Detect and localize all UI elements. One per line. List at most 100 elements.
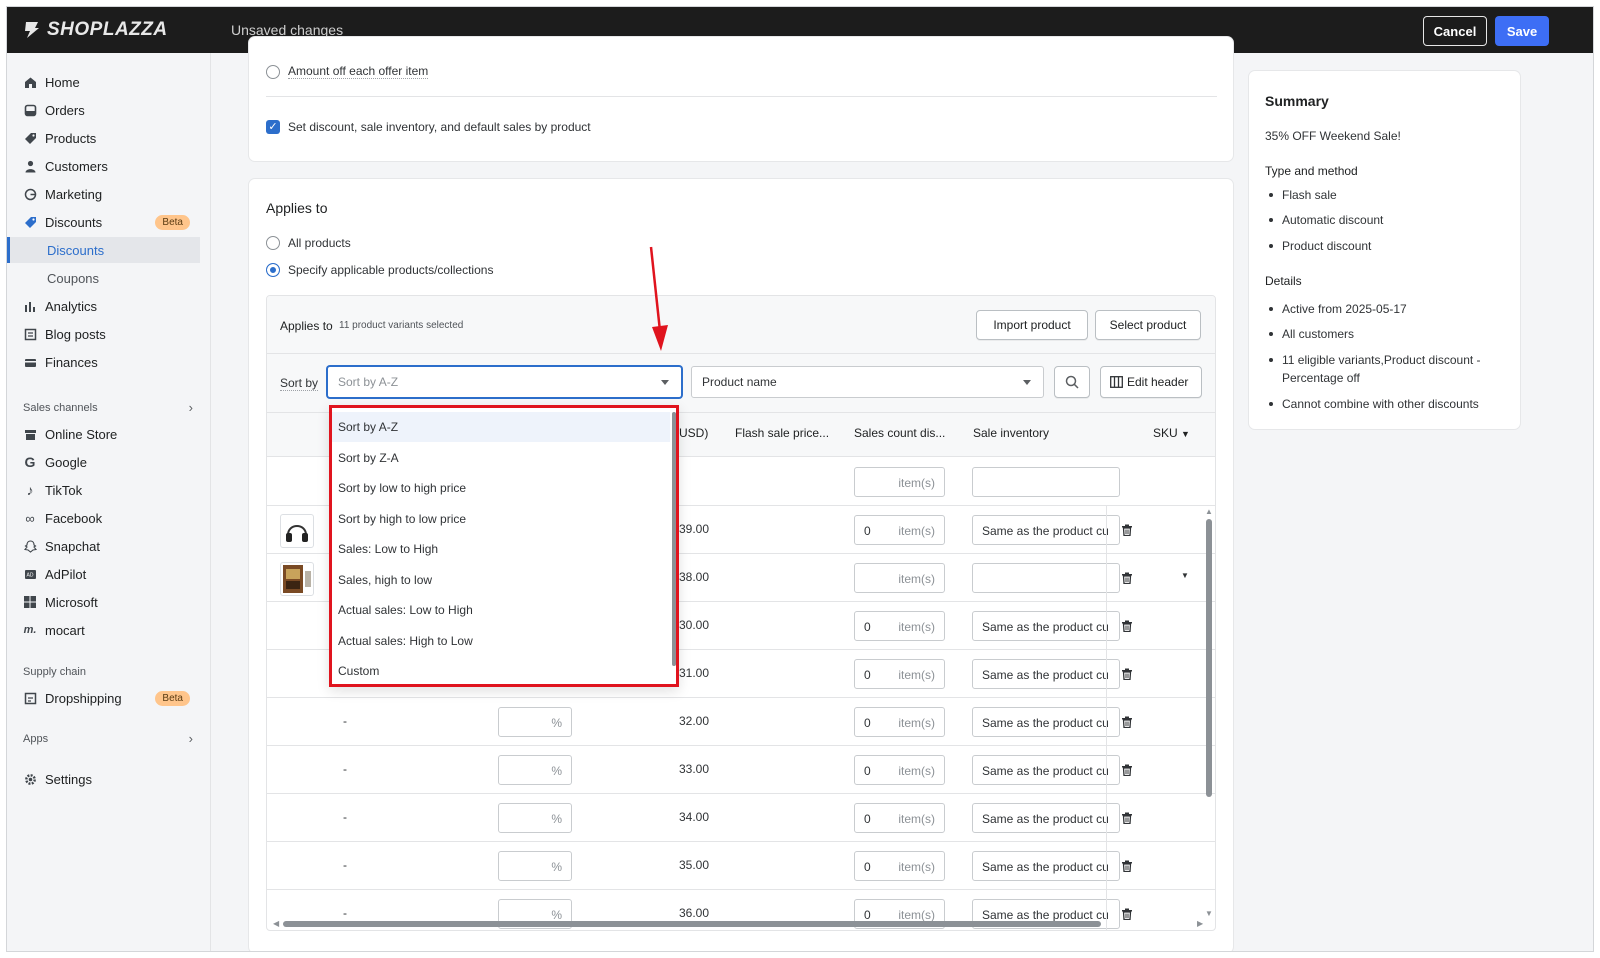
filter-field-select[interactable]: Product name [691,366,1044,398]
delete-icon[interactable] [1121,860,1133,872]
set-discount-option[interactable]: ✓ Set discount, sale inventory, and defa… [266,120,591,134]
discount-percent-input[interactable]: % [498,803,572,833]
scroll-right-icon[interactable]: ▶ [1197,919,1203,928]
sidebar-item-finances[interactable]: Finances [7,349,200,375]
sidebar-item-facebook[interactable]: ∞ Facebook [7,505,200,531]
sale-inventory-input[interactable]: Same as the product cu [972,803,1120,833]
sale-inventory-input[interactable]: Same as the product cu [972,611,1120,641]
sales-count-input[interactable]: 0 item(s) [854,515,945,545]
header-sku[interactable]: SKU ▼ [1153,426,1190,440]
cancel-button[interactable]: Cancel [1423,16,1487,46]
sort-option[interactable]: Sort by high to low price [332,504,670,534]
sort-select[interactable]: Sort by A-Z [327,366,682,398]
sidebar-item-discounts[interactable]: Discounts Beta [7,209,200,235]
scroll-left-icon[interactable]: ◀ [273,919,279,928]
delete-icon[interactable] [1121,812,1133,824]
sidebar-item-settings[interactable]: Settings [7,766,200,792]
scroll-up-icon[interactable]: ▲ [1205,507,1213,516]
sort-option[interactable]: Actual sales: High to Low [332,626,670,656]
all-products-radio[interactable] [266,236,280,250]
sidebar-item-tiktok[interactable]: ♪ TikTok [7,477,200,503]
amount-off-radio[interactable] [266,64,280,79]
sidebar-item-home[interactable]: Home [7,69,200,95]
amount-off-option[interactable]: Amount off each offer item [266,64,429,79]
select-product-button[interactable]: Select product [1095,310,1201,340]
delete-icon[interactable] [1121,668,1133,680]
sort-option[interactable]: Actual sales: Low to High [332,595,670,625]
dropshipping-icon [23,691,37,705]
all-products-option[interactable]: All products [266,236,351,250]
import-product-button[interactable]: Import product [976,310,1088,340]
sales-count-input[interactable]: item(s) [854,563,945,593]
sidebar-item-products[interactable]: Products [7,125,200,151]
sale-inventory-input[interactable]: Same as the product cu [972,755,1120,785]
discount-percent-input[interactable]: % [498,755,572,785]
sale-inventory-input[interactable]: Same as the product cu [972,851,1120,881]
sidebar-item-blog-posts[interactable]: Blog posts [7,321,200,347]
sidebar-item-mocart[interactable]: m. mocart [7,617,200,643]
delete-icon[interactable] [1121,620,1133,632]
sidebar-subitem-discounts[interactable]: Discounts [7,237,200,263]
variant-dash: - [343,906,347,920]
item-unit: item(s) [898,812,935,826]
sidebar-item-microsoft[interactable]: Microsoft [7,589,200,615]
sales-count-input[interactable]: 0 item(s) [854,659,945,689]
product-thumbnail-headphones[interactable] [280,514,314,548]
sort-option[interactable]: Custom [332,656,670,686]
sort-option[interactable]: Sort by Z-A [332,443,670,473]
sidebar-item-orders[interactable]: Orders [7,97,200,123]
scrollbar-thumb[interactable] [1206,519,1212,797]
sale-inventory-input[interactable]: Same as the product cu [972,707,1120,737]
sales-channels-header[interactable]: Sales channels › [23,400,193,415]
person-icon [23,159,37,173]
specify-products-radio[interactable] [266,263,280,277]
product-thumbnail-poster[interactable] [280,562,314,596]
scroll-down-icon[interactable]: ▼ [1205,909,1213,918]
delete-icon[interactable] [1121,572,1133,584]
edit-header-button[interactable]: Edit header [1100,366,1202,398]
sort-option[interactable]: Sort by A-Z [332,412,670,442]
delete-icon[interactable] [1121,764,1133,776]
sidebar-item-online-store[interactable]: Online Store [7,421,200,447]
sidebar-item-google[interactable]: G Google [7,449,200,475]
sidebar-item-adpilot[interactable]: AD AdPilot [7,561,200,587]
dropdown-scrollbar[interactable] [672,412,676,666]
sales-count-input[interactable]: item(s) [854,467,945,497]
sale-inventory-input[interactable]: Same as the product cu [972,659,1120,689]
store-icon [23,427,37,441]
sort-option[interactable]: Sort by low to high price [332,473,670,503]
sidebar-item-snapchat[interactable]: Snapchat [7,533,200,559]
sales-count-input[interactable]: 0 item(s) [854,851,945,881]
discount-percent-input[interactable]: % [498,707,572,737]
sale-inventory-input[interactable]: Same as the product cu [972,515,1120,545]
sidebar-item-marketing[interactable]: Marketing [7,181,200,207]
sidebar-item-customers[interactable]: Customers [7,153,200,179]
sort-option[interactable]: Sales, high to low [332,565,670,595]
sidebar-subitem-coupons[interactable]: Coupons [7,265,200,291]
sales-count-input[interactable]: 0 item(s) [854,611,945,641]
sales-count-input[interactable]: 0 item(s) [854,803,945,833]
discount-percent-input[interactable]: % [498,851,572,881]
shoplazza-logo[interactable]: SHOPLAZZA [23,19,168,41]
delete-icon[interactable] [1121,716,1133,728]
sale-inventory-input[interactable] [972,467,1120,497]
caret-down-icon[interactable]: ▼ [1181,571,1189,580]
table-horizontal-scrollbar[interactable]: ◀ ▶ [273,919,1207,929]
specify-products-option[interactable]: Specify applicable products/collections [266,263,493,277]
sales-count-input[interactable]: 0 item(s) [854,707,945,737]
search-button[interactable] [1054,366,1090,398]
headphones-image [286,525,308,542]
summary-card: Summary 35% OFF Weekend Sale! Type and m… [1249,71,1520,429]
table-vertical-scrollbar[interactable]: ▲ ▼ [1205,507,1213,921]
scrollbar-thumb[interactable] [283,921,1101,927]
sidebar-item-analytics[interactable]: Analytics [7,293,200,319]
amount-off-label: Amount off each offer item [288,64,429,79]
sidebar-item-dropshipping[interactable]: Dropshipping Beta [7,685,200,711]
sale-inventory-input[interactable] [972,563,1120,593]
apps-header[interactable]: Apps › [23,731,193,746]
delete-icon[interactable] [1121,524,1133,536]
save-button[interactable]: Save [1495,16,1549,46]
set-discount-checkbox[interactable]: ✓ [266,120,280,134]
sales-count-input[interactable]: 0 item(s) [854,755,945,785]
sort-option[interactable]: Sales: Low to High [332,534,670,564]
